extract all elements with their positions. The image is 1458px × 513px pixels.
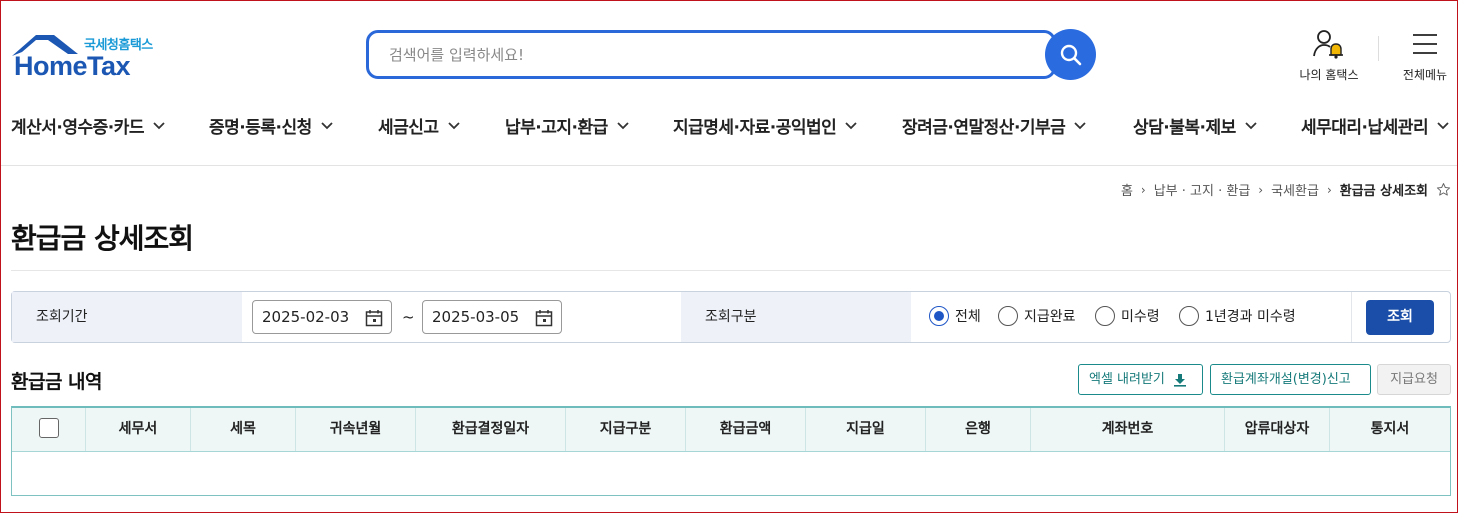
gnb-item-tax-return[interactable]: 세금신고 [378, 113, 460, 138]
calendar-icon[interactable] [535, 309, 553, 327]
th-bank: 은행 [926, 408, 1031, 451]
gnb-item-certificate[interactable]: 증명·등록·신청 [209, 113, 333, 138]
hometax-logo[interactable]: 국세청홈택스 HomeTax [10, 32, 170, 82]
breadcrumb-current: 환급금 상세조회 [1339, 184, 1428, 199]
th-pay-type: 지급구분 [566, 408, 686, 451]
th-decision-date: 환급결정일자 [416, 408, 566, 451]
select-all-checkbox[interactable] [38, 418, 59, 438]
gnb-item-statements[interactable]: 지급명세·자료·공익법인 [673, 113, 857, 138]
breadcrumb-home[interactable]: 홈 [1121, 180, 1133, 199]
refund-table: 세무서 세목 귀속년월 환급결정일자 지급구분 환급금액 지급일 은행 계좌번호… [11, 406, 1451, 496]
chevron-down-icon [1245, 121, 1257, 129]
user-bell-icon [1313, 30, 1343, 59]
my-hometax-label: 나의 홈택스 [1299, 68, 1359, 82]
page-title: 환급금 상세조회 [11, 222, 194, 255]
util-divider [1378, 36, 1379, 61]
all-menu-button[interactable]: 전체메뉴 [1396, 29, 1454, 83]
th-period: 귀속년월 [296, 408, 416, 451]
gnb-item-incentive[interactable]: 장려금·연말정산·기부금 [902, 113, 1086, 138]
chevron-down-icon [617, 121, 629, 129]
th-account-number: 계좌번호 [1031, 408, 1225, 451]
radio-all[interactable]: 전체 [929, 306, 981, 326]
breadcrumb-level2[interactable]: 국세환급 [1271, 180, 1319, 199]
gnb-item-label: 장려금·연말정산·기부금 [902, 118, 1066, 138]
gnb-item-agent[interactable]: 세무대리·납세관리 [1301, 113, 1449, 138]
radio-button[interactable] [1095, 306, 1115, 326]
breadcrumb-chevron-icon: › [1258, 182, 1264, 197]
account-register-button[interactable]: 환급계좌개설(변경)신고 [1210, 364, 1371, 395]
favorite-star-icon[interactable] [1436, 182, 1451, 197]
gnb-item-label: 세무대리·납세관리 [1301, 118, 1429, 138]
gnb-item-label: 증명·등록·신청 [209, 118, 312, 138]
my-hometax-button[interactable]: 나의 홈택스 [1291, 29, 1367, 83]
gnb-item-label: 계산서·영수증·카드 [11, 118, 145, 138]
hamburger-menu-icon [1413, 34, 1437, 54]
radio-label: 지급완료 [1024, 309, 1076, 325]
radio-button[interactable] [998, 306, 1018, 326]
end-date-field[interactable]: 2025-03-05 [422, 300, 562, 334]
start-date-value: 2025-02-03 [262, 308, 350, 326]
th-pay-date: 지급일 [806, 408, 926, 451]
type-label: 조회구분 [681, 292, 911, 342]
breadcrumb-chevron-icon: › [1140, 182, 1146, 197]
gnb-item-payment[interactable]: 납부·고지·환급 [505, 113, 629, 138]
account-register-label: 환급계좌개설(변경)신고 [1221, 372, 1351, 387]
search-input[interactable] [389, 44, 1029, 66]
th-select-all [12, 408, 86, 451]
start-date-field[interactable]: 2025-02-03 [252, 300, 392, 334]
table-header: 세무서 세목 귀속년월 환급결정일자 지급구분 환급금액 지급일 은행 계좌번호… [12, 408, 1450, 452]
chevron-down-icon [845, 121, 857, 129]
site-header: 국세청홈택스 HomeTax 나의 홈택스 전체메뉴 [1, 1, 1457, 101]
title-divider [11, 270, 1451, 271]
radio-unclaimed-1year[interactable]: 1년경과 미수령 [1179, 306, 1296, 326]
gnb-item-invoice[interactable]: 계산서·영수증·카드 [11, 113, 165, 138]
th-tax-item: 세목 [191, 408, 296, 451]
end-date-value: 2025-03-05 [432, 308, 520, 326]
radio-paid[interactable]: 지급완료 [998, 306, 1076, 326]
search-submit-button[interactable]: 조회 [1366, 300, 1434, 335]
chevron-down-icon [1437, 121, 1449, 129]
radio-label: 미수령 [1121, 309, 1160, 325]
filter-divider [1351, 292, 1352, 342]
th-tax-office: 세무서 [86, 408, 191, 451]
radio-button[interactable] [1179, 306, 1199, 326]
excel-download-button[interactable]: 엑셀 내려받기 [1078, 364, 1203, 395]
search-box [366, 30, 1056, 79]
gnb-item-consult[interactable]: 상담·불복·제보 [1133, 113, 1257, 138]
gnb-item-label: 지급명세·자료·공익법인 [673, 118, 837, 138]
section-title: 환급금 내역 [11, 371, 103, 393]
th-seizure-target: 압류대상자 [1225, 408, 1330, 451]
search-filter-panel: 조회기간 2025-02-03 ~ 2025-03-05 조회구분 전체 지급완… [11, 291, 1451, 343]
gnb-divider [1, 165, 1457, 166]
pay-request-button[interactable]: 지급요청 [1377, 364, 1451, 395]
breadcrumb-chevron-icon: › [1326, 182, 1332, 197]
period-label: 조회기간 [12, 292, 242, 342]
all-menu-label: 전체메뉴 [1402, 68, 1448, 82]
radio-label: 1년경과 미수령 [1205, 309, 1296, 325]
date-range-separator: ~ [402, 308, 415, 326]
search-icon [1060, 44, 1081, 65]
logo-wordmark: HomeTax [14, 51, 131, 81]
chevron-down-icon [153, 121, 165, 129]
download-icon [1173, 373, 1186, 387]
chevron-down-icon [1074, 121, 1086, 129]
search-button[interactable] [1045, 29, 1096, 80]
th-refund-amount: 환급금액 [686, 408, 806, 451]
breadcrumb: 홈 › 납부 · 고지 · 환급 › 국세환급 › 환급금 상세조회 [1121, 180, 1451, 199]
calendar-icon[interactable] [365, 309, 383, 327]
breadcrumb-level1[interactable]: 납부 · 고지 · 환급 [1154, 180, 1251, 199]
excel-download-label: 엑셀 내려받기 [1089, 372, 1165, 387]
th-notice: 통지서 [1370, 421, 1410, 437]
gnb-item-label: 납부·고지·환급 [505, 118, 608, 138]
radio-button[interactable] [929, 306, 949, 326]
gnb-item-label: 상담·불복·제보 [1133, 118, 1236, 138]
main-navigation: 계산서·영수증·카드 증명·등록·신청 세금신고 납부·고지·환급 지급명세·자… [1, 101, 1457, 151]
gnb-item-label: 세금신고 [378, 118, 439, 138]
radio-unclaimed[interactable]: 미수령 [1095, 306, 1160, 326]
radio-label: 전체 [955, 309, 981, 325]
chevron-down-icon [321, 121, 333, 129]
chevron-down-icon [447, 121, 460, 129]
